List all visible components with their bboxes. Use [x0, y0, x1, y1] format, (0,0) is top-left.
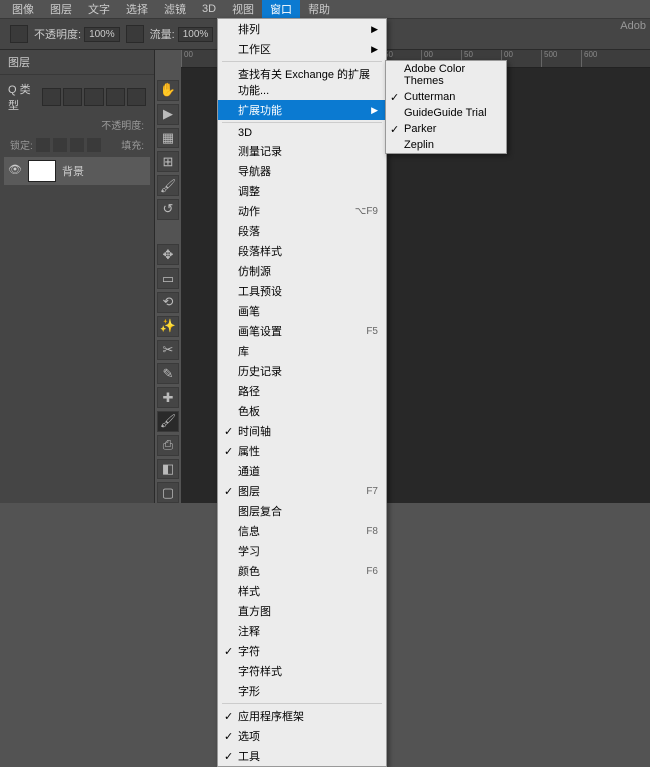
panel-title: 图层 [0, 50, 154, 75]
eraser-tool[interactable]: ◧ [157, 459, 179, 480]
menu-item[interactable]: 颜色F6 [218, 561, 386, 581]
menu-窗口[interactable]: 窗口 [262, 0, 300, 19]
menu-item[interactable]: 信息F8 [218, 521, 386, 541]
menu-item[interactable]: ✓应用程序框架 [218, 706, 386, 726]
menu-滤镜[interactable]: 滤镜 [156, 0, 194, 19]
lasso-tool[interactable]: ⟲ [157, 292, 179, 313]
menu-item[interactable]: 仿制源 [218, 261, 386, 281]
brush-tool[interactable]: 🖌 [157, 411, 179, 432]
menu-帮助[interactable]: 帮助 [300, 0, 338, 19]
menu-3D[interactable]: 3D [194, 1, 224, 17]
filter-pixel-icon[interactable] [42, 88, 61, 106]
swatch-icon[interactable]: ▦ [157, 128, 179, 149]
menu-item[interactable]: 扩展功能▶ [218, 100, 386, 120]
menu-item[interactable]: 色板 [218, 401, 386, 421]
adobe-label: Adob [620, 20, 646, 32]
marquee-tool[interactable]: ▭ [157, 268, 179, 289]
menu-item[interactable]: 画笔设置F5 [218, 321, 386, 341]
move-tool[interactable]: ✥ [157, 244, 179, 265]
menu-item[interactable]: 字形 [218, 681, 386, 701]
kind-filter[interactable]: Q 类型 [8, 81, 40, 113]
panel-opacity-label: 不透明度: [101, 117, 144, 132]
toolbar: ✋ ▶ ▦ ⊞ 🖌 ↺ ✥ ▭ ⟲ ✨ ✂ ✎ ✚ 🖌 ⎙ ◧ ▢ [155, 50, 181, 503]
filter-smart-icon[interactable] [127, 88, 146, 106]
eyedrop-tool[interactable]: ✎ [157, 363, 179, 384]
menu-item[interactable]: ✓时间轴 [218, 421, 386, 441]
hand-tool[interactable]: ✋ [157, 80, 179, 101]
menu-item[interactable]: 调整 [218, 181, 386, 201]
heal-tool[interactable]: ✚ [157, 387, 179, 408]
menu-item[interactable]: 图层复合 [218, 501, 386, 521]
menu-item[interactable]: 3D [218, 125, 386, 141]
submenu-item[interactable]: ✓Parker [386, 121, 506, 137]
opacity-value[interactable]: 100% [84, 27, 120, 42]
lock-artboard-icon[interactable] [87, 138, 101, 152]
flow-value[interactable]: 100% [178, 27, 214, 42]
lock-pos-icon[interactable] [70, 138, 84, 152]
menu-item[interactable]: 注释 [218, 621, 386, 641]
menu-item[interactable]: 库 [218, 341, 386, 361]
menu-图层[interactable]: 图层 [42, 0, 80, 19]
menu-item[interactable]: 工具预设 [218, 281, 386, 301]
layers-panel: 图层 Q 类型 不透明度: 锁定: 填充: 👁 [0, 50, 155, 503]
menu-item[interactable]: 动作⌥F9 [218, 201, 386, 221]
menu-item[interactable]: ✓图层F7 [218, 481, 386, 501]
filter-adjust-icon[interactable] [63, 88, 82, 106]
menu-选择[interactable]: 选择 [118, 0, 156, 19]
filter-type-icon[interactable] [84, 88, 103, 106]
layer-thumbnail[interactable] [28, 160, 56, 182]
menu-item[interactable]: 学习 [218, 541, 386, 561]
extensions-submenu: Adobe Color Themes✓CuttermanGuideGuide T… [385, 60, 507, 154]
menu-item[interactable]: 排列▶ [218, 19, 386, 39]
submenu-item[interactable]: ✓Cutterman [386, 89, 506, 105]
menu-item[interactable]: 段落样式 [218, 241, 386, 261]
opacity-label: 不透明度: [34, 26, 81, 42]
menu-item[interactable]: 历史记录 [218, 361, 386, 381]
wand-tool[interactable]: ✨ [157, 316, 179, 337]
history-icon[interactable]: ↺ [157, 199, 179, 220]
pressure-opacity-icon[interactable] [126, 25, 144, 43]
menu-item[interactable]: ✓工具 [218, 746, 386, 766]
menu-图像[interactable]: 图像 [4, 0, 42, 19]
menu-item[interactable]: 测量记录 [218, 141, 386, 161]
lock-pixel-icon[interactable] [53, 138, 67, 152]
menu-item[interactable]: 导航器 [218, 161, 386, 181]
grid-icon[interactable]: ⊞ [157, 151, 179, 172]
gradient-tool[interactable]: ▢ [157, 482, 179, 503]
brush-preset-icon[interactable] [10, 25, 28, 43]
submenu-item[interactable]: Zeplin [386, 137, 506, 153]
submenu-item[interactable]: GuideGuide Trial [386, 105, 506, 121]
crop-tool[interactable]: ✂ [157, 340, 179, 361]
brush-icon[interactable]: 🖌 [157, 175, 179, 196]
submenu-item[interactable]: Adobe Color Themes [386, 61, 506, 89]
menu-item[interactable]: 路径 [218, 381, 386, 401]
menu-item[interactable]: 样式 [218, 581, 386, 601]
play-icon[interactable]: ▶ [157, 104, 179, 125]
layer-name: 背景 [62, 163, 84, 179]
menu-视图[interactable]: 视图 [224, 0, 262, 19]
menu-item[interactable]: 字符样式 [218, 661, 386, 681]
filter-shape-icon[interactable] [106, 88, 125, 106]
layer-row[interactable]: 👁 背景 [4, 157, 150, 185]
menu-item[interactable]: 画笔 [218, 301, 386, 321]
menu-文字[interactable]: 文字 [80, 0, 118, 19]
menu-item[interactable]: ✓选项 [218, 726, 386, 746]
menu-item[interactable]: ✓属性 [218, 441, 386, 461]
lock-label: 锁定: [10, 137, 33, 152]
menu-item[interactable]: 通道 [218, 461, 386, 481]
menubar: 图像图层文字选择滤镜3D视图窗口帮助 [0, 0, 650, 18]
menu-item[interactable]: 工作区▶ [218, 39, 386, 59]
menu-item[interactable]: 段落 [218, 221, 386, 241]
fill-label: 填充: [121, 137, 144, 152]
menu-item[interactable]: 直方图 [218, 601, 386, 621]
menu-item[interactable]: ✓字符 [218, 641, 386, 661]
visibility-icon[interactable]: 👁 [8, 163, 24, 179]
stamp-tool[interactable]: ⎙ [157, 435, 179, 456]
flow-label: 流量: [150, 26, 175, 42]
window-menu-dropdown: 排列▶工作区▶ 查找有关 Exchange 的扩展功能...扩展功能▶ 3D测量记录… [217, 18, 387, 767]
menu-item[interactable]: 查找有关 Exchange 的扩展功能... [218, 64, 386, 100]
lock-all-icon[interactable] [36, 138, 50, 152]
